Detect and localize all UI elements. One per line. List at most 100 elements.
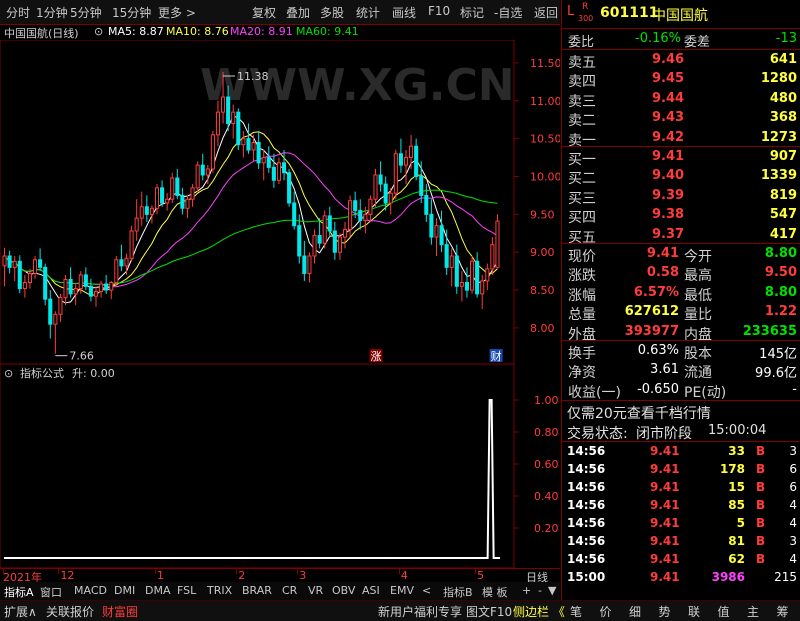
detail-tab[interactable]: 主 [747,603,759,620]
overlay-button[interactable]: 叠加 [286,4,310,21]
indicator-tab[interactable]: OBV [332,584,355,597]
stat-value: 8.80 [764,246,797,261]
indicator-settings-icon[interactable]: ⊙ [4,367,13,380]
price-tick-label: 9.50 [530,208,555,221]
candle-body [241,138,246,146]
multi-stock-button[interactable]: 多股 [320,4,344,21]
bid-row[interactable]: 买五 9.37 417 [562,225,800,246]
timeframe-more[interactable]: 更多 > [158,4,196,21]
ask-row[interactable]: 卖一 9.42 1273 [562,128,800,149]
timeframe-5min[interactable]: 5分钟 [70,4,102,21]
timeframe-1min[interactable]: 1分钟 [36,4,68,21]
candle-body [271,166,276,181]
indicator-tab[interactable]: DMI [114,584,135,597]
fund-value: 3.61 [650,362,679,378]
detail-tab[interactable]: 细 [629,603,641,620]
ask-row[interactable]: 卖四 9.45 1280 [562,69,800,90]
indicator-tab[interactable]: FSL [177,584,196,597]
new-user-promo-link[interactable]: 新用户福利专享 [378,603,462,620]
ask-row[interactable]: 卖三 9.44 480 [562,89,800,110]
watermark-text: WWW.XG.CN [200,60,515,111]
trade-count: 215 [774,570,797,584]
candle-body [337,236,342,253]
candle-body [480,280,485,295]
candle-body [185,198,190,209]
status-value: 闭市阶段 [636,426,692,442]
detail-tab[interactable]: 值 [718,603,730,620]
mark-button[interactable]: 标记 [460,4,484,21]
statistics-button[interactable]: 统计 [356,4,380,21]
timeframe-intraday[interactable]: 分时 [6,4,30,21]
candle-body [439,225,444,246]
indicator-tab[interactable]: ▼ [548,584,556,597]
trade-volume: 178 [719,462,745,476]
detail-tab[interactable]: 联 [688,603,700,620]
finance-badge[interactable]: 财 [491,349,502,363]
restore-rights-button[interactable]: 复权 [252,4,276,21]
fund-label: PE(动) [684,384,727,401]
indicator-tab[interactable]: CR [282,584,297,597]
detail-tab[interactable]: 筹 [777,603,789,620]
stats-row: 外盘 393977 内盘 233635 [562,322,800,343]
candle-body [434,225,439,238]
bid-row[interactable]: 买二 9.40 1339 [562,166,800,187]
candle-body [403,157,409,166]
ask-volume: 480 [769,90,797,106]
detail-tab[interactable]: 笔 [570,603,582,620]
stock-name: 中国国航 [652,8,708,24]
candle [495,214,500,268]
depth-promo-link[interactable]: 仅需20元查看千档行情 [562,401,800,423]
f10-button[interactable]: F10 [428,4,450,18]
candle-body [429,213,434,238]
indicator-tab[interactable]: 模 板 [482,584,508,600]
candle [470,256,475,294]
indicator-chart[interactable]: ⊙ 指标公式 升: 0.00 0.20 0.40 0.60 0.80 1.00 [0,364,560,568]
indicator-tab[interactable]: 指标B [443,584,473,600]
date-tick [154,569,156,574]
candle-body [332,230,337,253]
indicator-tab[interactable]: BRAR [242,584,272,597]
ma5-label: MA5: 8.87 [108,25,164,38]
trade-price: 9.41 [650,534,680,548]
indicator-tab[interactable]: EMV [390,584,414,597]
indicator-tab[interactable]: 指标A [4,584,34,600]
indicator-tick-label: 0.60 [534,458,559,471]
bid-row[interactable]: 买一 9.41 907 [562,147,800,168]
remove-watchlist-button[interactable]: -自选 [494,4,522,21]
trade-row: 14:56 9.41 33 B 3 [562,443,800,461]
chart-settings-icon[interactable]: ⊙ [94,25,103,38]
indicator-tab[interactable]: VR [308,584,323,597]
sidebar-toggle-button[interactable]: 侧边栏 《 [513,603,565,620]
indicator-tab[interactable]: 窗口 [40,584,62,600]
candle [17,255,22,294]
wealth-circle-button[interactable]: 财富圈 [102,603,138,620]
candle-body [449,255,454,268]
expand-button[interactable]: 扩展∧ [4,603,37,620]
related-quotes-button[interactable]: 关联报价 [46,603,94,620]
price-tick-label: 9.00 [530,246,555,259]
indicator-tab[interactable]: ASI [362,584,380,597]
indicator-tab[interactable]: + [522,584,531,597]
candle-body [419,176,424,196]
back-button[interactable]: 返回 [534,4,558,21]
candle-body [485,268,490,282]
ask-row[interactable]: 卖二 9.43 368 [562,108,800,129]
draw-line-button[interactable]: 画线 [392,4,416,21]
indicator-tab[interactable]: < [422,584,431,597]
ask-row[interactable]: 卖五 9.46 641 [562,50,800,71]
candle-body [246,138,251,151]
bid-row[interactable]: 买三 9.39 819 [562,186,800,207]
candle-body [180,194,185,209]
timeframe-15min[interactable]: 15分钟 [112,4,151,21]
f10-graphic-button[interactable]: 图文F10 [466,603,512,620]
detail-tab[interactable]: 势 [659,603,671,620]
indicator-tab[interactable]: DMA [145,584,171,597]
rise-badge[interactable]: 涨 [371,350,382,363]
candlestick-chart[interactable]: WWW.XG.CN 8.00 8.50 9.00 9.50 10.00 10.50 11.0… [0,40,560,364]
bid-row[interactable]: 买四 9.38 547 [562,205,800,226]
indicator-tab[interactable]: MACD [74,584,107,597]
depth-promo-text[interactable]: 仅需20元查看千档行情 [567,403,711,423]
detail-tab[interactable]: 价 [600,603,612,620]
indicator-tab[interactable]: TRIX [207,584,232,597]
indicator-tab[interactable]: - [538,584,542,597]
